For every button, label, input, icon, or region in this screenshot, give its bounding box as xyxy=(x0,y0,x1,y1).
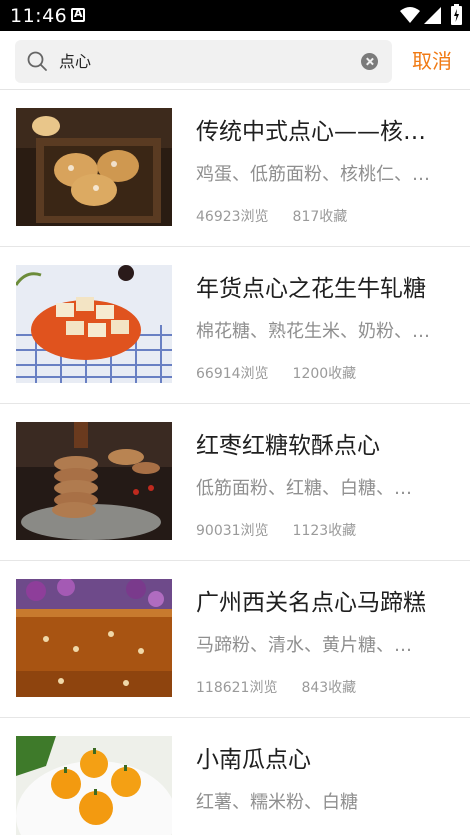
recipe-thumbnail xyxy=(16,736,172,835)
view-count: 118621浏览 xyxy=(196,680,278,696)
recipe-thumbnail xyxy=(16,422,172,540)
accessibility-icon xyxy=(71,7,85,22)
recipe-stats: 66914浏览 1200收藏 xyxy=(196,363,356,383)
search-input[interactable] xyxy=(59,40,359,83)
recipe-list: 传统中式点心——核桃酥 鸡蛋、低筋面粉、核桃仁、… 46923浏览 817收藏 xyxy=(0,90,470,835)
recipe-ingredients: 棉花糖、熟花生米、奶粉、… xyxy=(196,321,430,342)
clear-search-icon[interactable] xyxy=(361,53,378,70)
recipe-ingredients: 低筋面粉、红糖、白糖、… xyxy=(196,478,412,499)
recipe-item[interactable]: 广州西关名点心马蹄糕 马蹄粉、清水、黄片糖、… 118621浏览 843收藏 xyxy=(0,561,470,718)
battery-charging-icon xyxy=(451,4,462,25)
view-count: 90031浏览 xyxy=(196,523,269,539)
favorite-count: 1123收藏 xyxy=(292,523,357,539)
status-bar: 11:46 xyxy=(0,0,470,31)
search-icon xyxy=(27,51,47,71)
recipe-thumbnail xyxy=(16,108,172,226)
recipe-ingredients: 马蹄粉、清水、黄片糖、… xyxy=(196,635,412,656)
recipe-title: 小南瓜点心 xyxy=(196,747,311,773)
recipe-thumbnail xyxy=(16,265,172,383)
recipe-item[interactable]: 年货点心之花生牛轧糖 棉花糖、熟花生米、奶粉、… 66914浏览 1200收藏 xyxy=(0,247,470,404)
signal-icon xyxy=(424,7,441,24)
recipe-item[interactable]: 红枣红糖软酥点心 低筋面粉、红糖、白糖、… 90031浏览 1123收藏 xyxy=(0,404,470,561)
recipe-ingredients: 鸡蛋、低筋面粉、核桃仁、… xyxy=(196,164,430,185)
search-box[interactable] xyxy=(15,40,392,83)
view-count: 46923浏览 xyxy=(196,209,269,225)
cancel-button[interactable]: 取消 xyxy=(412,45,452,74)
status-time: 11:46 xyxy=(10,5,68,27)
favorite-count: 1200收藏 xyxy=(292,366,357,382)
favorite-count: 843收藏 xyxy=(301,680,357,696)
recipe-item[interactable]: 传统中式点心——核桃酥 鸡蛋、低筋面粉、核桃仁、… 46923浏览 817收藏 xyxy=(0,90,470,247)
recipe-stats: 90031浏览 1123收藏 xyxy=(196,520,356,540)
recipe-item[interactable]: 小南瓜点心 红薯、糯米粉、白糖 xyxy=(0,718,470,835)
recipe-ingredients: 红薯、糯米粉、白糖 xyxy=(196,792,358,813)
recipe-stats: 118621浏览 843收藏 xyxy=(196,677,356,697)
search-header: 取消 xyxy=(0,31,470,90)
recipe-title: 红枣红糖软酥点心 xyxy=(196,433,380,459)
wifi-icon xyxy=(400,7,420,23)
recipe-stats: 46923浏览 817收藏 xyxy=(196,206,347,226)
recipe-title: 年货点心之花生牛轧糖 xyxy=(196,276,426,302)
recipe-title: 广州西关名点心马蹄糕 xyxy=(196,590,426,616)
recipe-title: 传统中式点心——核桃酥 xyxy=(196,119,446,145)
view-count: 66914浏览 xyxy=(196,366,269,382)
recipe-thumbnail xyxy=(16,579,172,697)
favorite-count: 817收藏 xyxy=(292,209,348,225)
